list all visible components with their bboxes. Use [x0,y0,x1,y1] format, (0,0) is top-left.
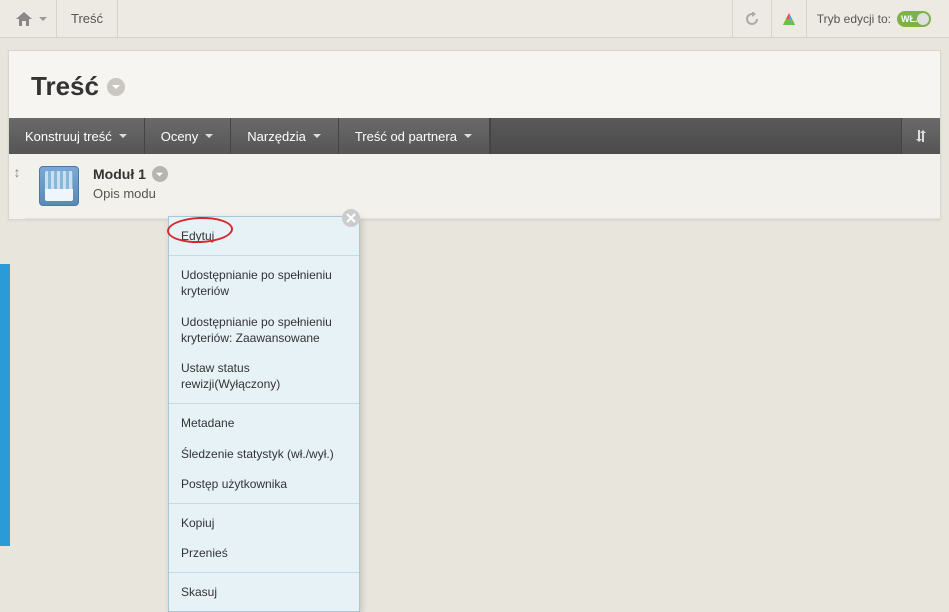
module-text: Moduł 1 Opis modu [93,166,926,201]
menu-item-user-progress[interactable]: Postęp użytkownika [169,469,359,499]
menu-item-edit[interactable]: Edytuj [169,221,359,251]
menu-item-metadata[interactable]: Metadane [169,408,359,438]
breadcrumb[interactable]: Treść [57,0,118,37]
nav-item-construct[interactable]: Konstruuj treść [9,118,145,154]
nav-item-tools[interactable]: Narzędzia [231,118,339,154]
edit-mode-toggle-group: Tryb edycji to: WŁ. [806,0,941,37]
module-menu-button[interactable] [152,166,168,182]
menu-item-delete[interactable]: Skasuj [169,577,359,607]
edit-mode-label: Tryb edycji to: [817,12,891,26]
edit-mode-toggle[interactable]: WŁ. [897,11,931,27]
chevron-down-icon [118,129,128,144]
nav-item-partner-content[interactable]: Treść od partnera [339,118,490,154]
module-row: Moduł 1 Opis modu [25,154,940,219]
page-card: Treść Konstruuj treść Oceny Narzędzia Tr… [8,50,941,220]
left-accent-bar [0,264,10,546]
page-title: Treść [31,71,99,102]
nav-label: Oceny [161,129,199,144]
home-chevron-icon[interactable] [38,14,48,24]
close-icon[interactable] [342,209,360,227]
nav-label: Narzędzia [247,129,306,144]
nav-bar: Konstruuj treść Oceny Narzędzia Treść od… [9,118,940,154]
nav-label: Treść od partnera [355,129,457,144]
toggle-text: WŁ. [901,14,918,24]
home-group [8,0,57,37]
context-menu: Edytuj Udostępnianie po spełnieniu kryte… [168,216,360,612]
module-title-row: Moduł 1 [93,166,926,182]
breadcrumb-label: Treść [71,11,103,26]
chevron-down-icon [463,129,473,144]
chevron-down-icon [204,129,214,144]
module-icon [39,166,79,206]
drag-handle[interactable]: ↕ [9,154,25,219]
refresh-button[interactable] [732,0,771,37]
menu-item-move[interactable]: Przenieś [169,538,359,568]
nav-label: Konstruuj treść [25,129,112,144]
top-bar: Treść Tryb edycji to: WŁ. [0,0,949,38]
page-header: Treść [9,51,940,118]
module-title[interactable]: Moduł 1 [93,166,146,182]
page-title-menu-button[interactable] [107,78,125,96]
menu-item-adaptive-release-advanced[interactable]: Udostępnianie po spełnieniu kryteriów: Z… [169,307,359,353]
menu-item-copy[interactable]: Kopiuj [169,508,359,538]
menu-item-review-status[interactable]: Ustaw status rewizji(Wyłączony) [169,353,359,399]
home-icon[interactable] [16,12,32,26]
menu-item-adaptive-release[interactable]: Udostępnianie po spełnieniu kryteriów [169,260,359,306]
chevron-down-icon [312,129,322,144]
module-description: Opis modu [93,186,926,201]
module-area: ↕ Moduł 1 Opis modu [9,154,940,219]
nav-spacer [490,118,901,154]
nav-sort-button[interactable] [901,118,940,154]
theme-button[interactable] [771,0,806,37]
nav-item-grades[interactable]: Oceny [145,118,232,154]
menu-item-statistics-tracking[interactable]: Śledzenie statystyk (wł./wył.) [169,439,359,469]
